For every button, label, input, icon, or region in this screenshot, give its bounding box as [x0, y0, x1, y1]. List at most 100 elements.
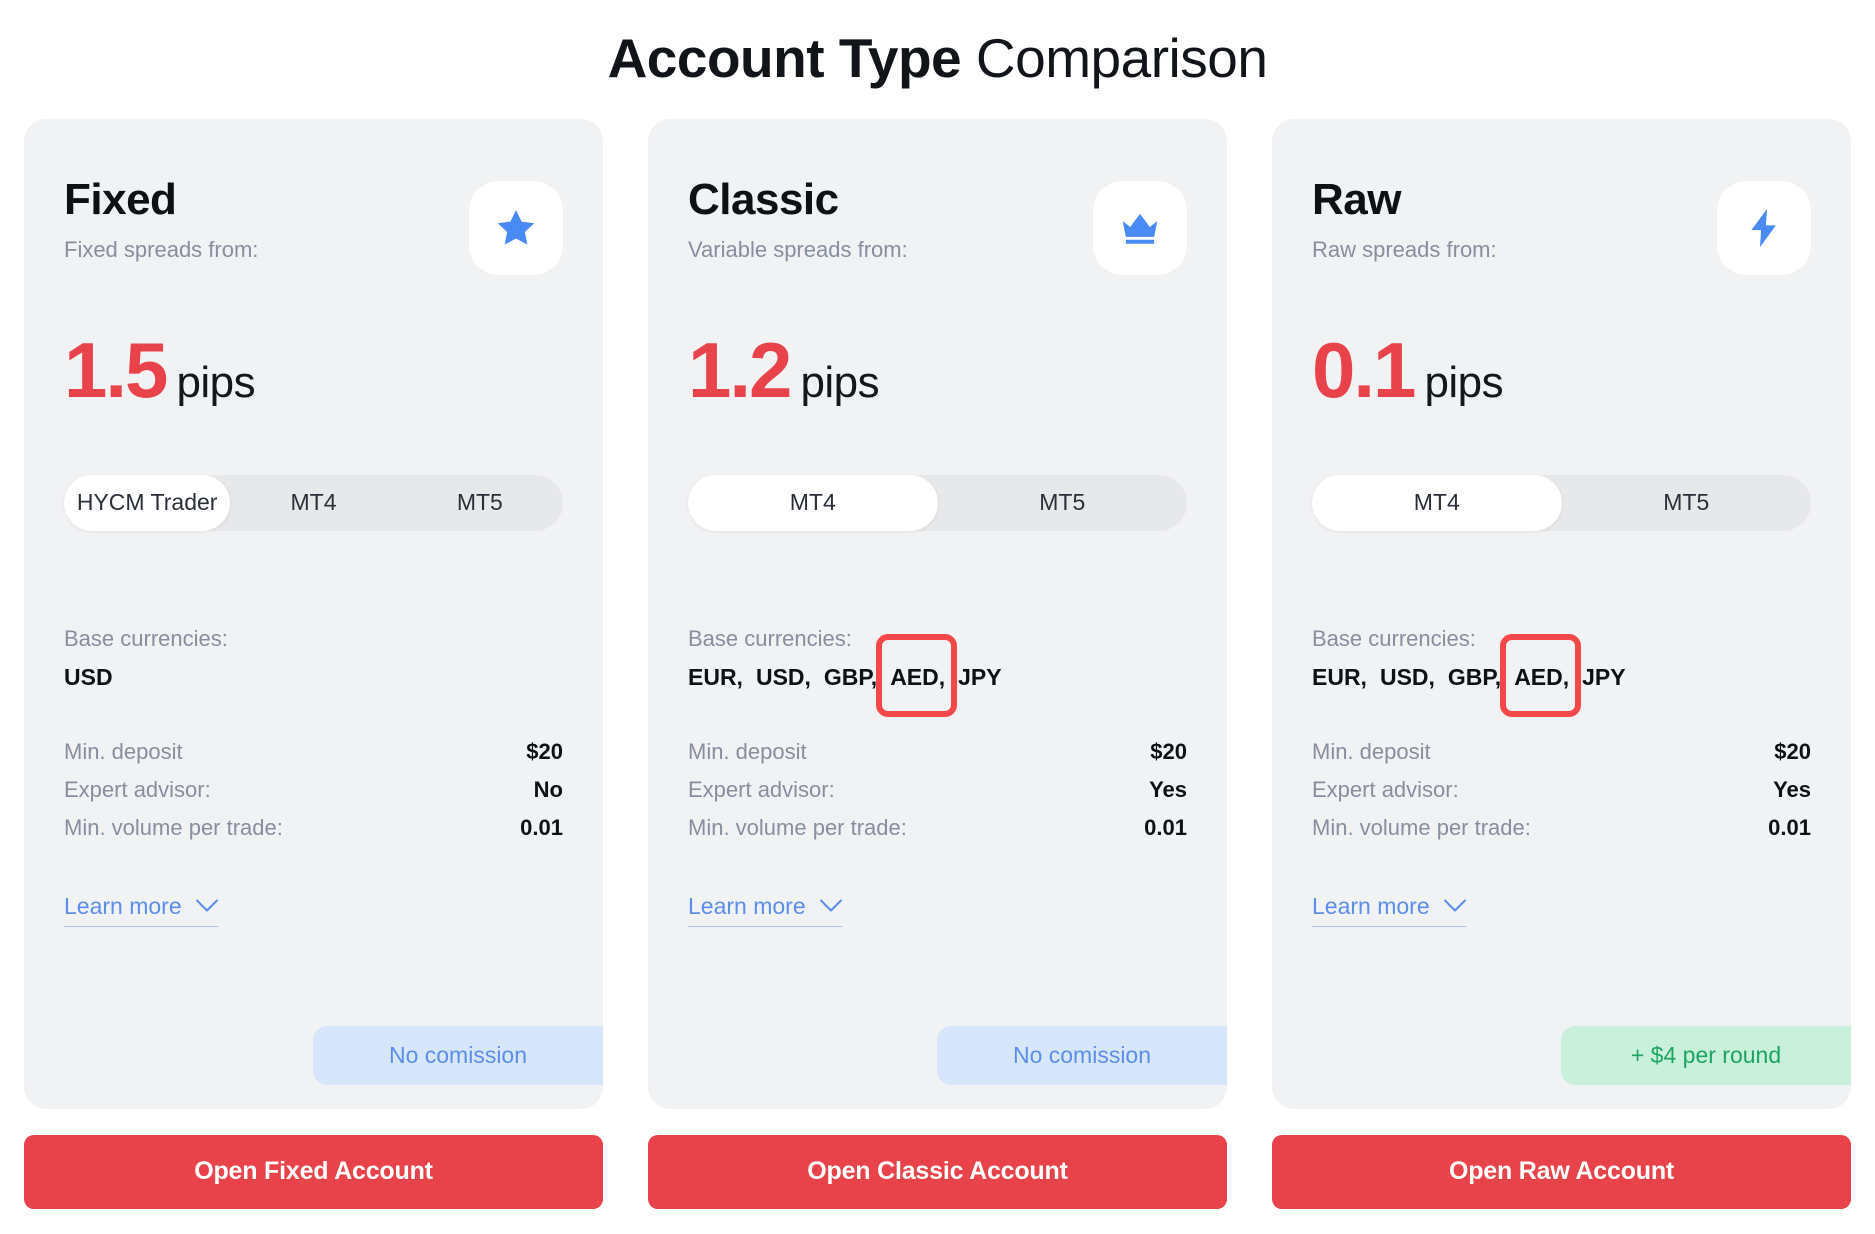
- spec-label-min-volume-per-trade-classic: Min. volume per trade:: [688, 814, 907, 840]
- learn-more-link-raw[interactable]: Learn more: [1312, 893, 1466, 927]
- open-account-button-raw[interactable]: Open Raw Account: [1272, 1134, 1851, 1209]
- currency-aed-classic: AED,: [890, 663, 946, 690]
- platform-toggle-raw[interactable]: MT4 MT5: [1312, 474, 1812, 531]
- account-card-column-fixed: Fixed Fixed spreads from: 1.5 pips HYCM Trad…: [24, 118, 603, 1209]
- card-header-classic: Classic Variable spreads from:: [688, 174, 1187, 275]
- base-currencies-label-fixed: Base currencies:: [64, 625, 228, 651]
- account-card-raw: Raw Raw spreads from: 0.1 pips MT4 MT5 Base cu…: [1272, 118, 1851, 1109]
- account-card-classic: Classic Variable spreads from: 1.2 pips MT4 M…: [648, 118, 1227, 1109]
- card-header-fixed: Fixed Fixed spreads from:: [64, 176, 563, 275]
- platform-tab-mt5-classic[interactable]: MT5: [938, 475, 1188, 531]
- card-name-classic: Classic: [688, 174, 839, 224]
- base-currencies-value-fixed: USD: [64, 664, 563, 691]
- commission-badge-classic: No comission: [937, 1025, 1227, 1085]
- currency-jpy-raw: JPY: [1582, 663, 1626, 690]
- learn-more-label-classic: Learn more: [688, 892, 806, 919]
- spec-row-min-deposit-raw: Min. deposit $20: [1312, 733, 1811, 771]
- spec-row-min-deposit-fixed: Min. deposit $20: [64, 733, 563, 771]
- spec-value-expert-advisor-fixed: No: [533, 776, 563, 802]
- base-currencies-block-fixed: Base currencies: USD: [64, 626, 563, 691]
- spec-label-expert-advisor-fixed: Expert advisor:: [64, 776, 211, 802]
- spec-row-min-volume-per-trade-classic: Min. volume per trade: 0.01: [688, 809, 1187, 847]
- card-name-raw: Raw: [1312, 174, 1401, 224]
- chevron-down-icon: [195, 899, 218, 913]
- open-account-button-fixed[interactable]: Open Fixed Account: [24, 1134, 603, 1209]
- spread-block-raw: 0.1 pips: [1312, 331, 1811, 409]
- base-currencies-block-raw: Base currencies: EUR, USD, GBP, AED, JPY: [1312, 626, 1811, 691]
- star-icon: [493, 205, 539, 251]
- spec-row-min-deposit-classic: Min. deposit $20: [688, 733, 1187, 771]
- platform-tab-mt5-raw[interactable]: MT5: [1562, 475, 1812, 531]
- currency-usd-raw: USD,: [1379, 663, 1435, 690]
- specs-list-fixed: Min. deposit $20 Expert advisor: No Min. vol…: [64, 733, 563, 847]
- spec-label-expert-advisor-raw: Expert advisor:: [1312, 776, 1459, 802]
- currency-gbp-raw: GBP,: [1447, 663, 1502, 690]
- learn-more-link-classic[interactable]: Learn more: [688, 893, 842, 927]
- card-title-block-raw: Raw Raw spreads from:: [1312, 174, 1497, 263]
- page-title-rest: Comparison: [961, 27, 1268, 89]
- spread-value-classic: 1.2: [688, 325, 792, 414]
- card-subtitle-classic: Variable spreads from:: [688, 236, 908, 262]
- spread-unit-classic: pips: [800, 357, 880, 407]
- learn-more-link-fixed[interactable]: Learn more: [64, 893, 218, 927]
- spec-value-min-deposit-fixed: $20: [526, 738, 563, 764]
- spec-row-min-volume-per-trade-raw: Min. volume per trade: 0.01: [1312, 809, 1811, 847]
- account-card-fixed: Fixed Fixed spreads from: 1.5 pips HYCM Trad…: [24, 118, 603, 1109]
- base-currencies-value-classic: EUR, USD, GBP, AED, JPY: [688, 664, 1187, 691]
- specs-list-classic: Min. deposit $20 Expert advisor: Yes Min. vo…: [688, 733, 1187, 847]
- spec-row-expert-advisor-classic: Expert advisor: Yes: [688, 771, 1187, 809]
- card-subtitle-fixed: Fixed spreads from:: [64, 236, 259, 262]
- base-currencies-block-classic: Base currencies: EUR, USD, GBP, AED, JPY: [688, 626, 1187, 691]
- specs-list-raw: Min. deposit $20 Expert advisor: Yes Min. vo…: [1312, 733, 1811, 847]
- commission-badge-fixed: No comission: [313, 1025, 603, 1085]
- spec-value-min-volume-per-trade-fixed: 0.01: [520, 814, 563, 840]
- spec-row-expert-advisor-fixed: Expert advisor: No: [64, 771, 563, 809]
- chevron-down-icon: [819, 899, 842, 913]
- platform-tab-mt4-classic[interactable]: MT4: [688, 474, 938, 531]
- card-header-raw: Raw Raw spreads from:: [1312, 174, 1811, 275]
- spec-label-min-volume-per-trade-raw: Min. volume per trade:: [1312, 814, 1531, 840]
- spread-unit-raw: pips: [1424, 357, 1504, 407]
- card-icon-badge-raw: [1717, 180, 1811, 275]
- open-account-button-classic[interactable]: Open Classic Account: [648, 1134, 1227, 1209]
- spread-value-raw: 0.1: [1312, 325, 1416, 414]
- spec-label-min-deposit-raw: Min. deposit: [1312, 738, 1431, 764]
- spec-value-min-deposit-classic: $20: [1150, 738, 1187, 764]
- spec-label-min-deposit-fixed: Min. deposit: [64, 738, 183, 764]
- card-subtitle-raw: Raw spreads from:: [1312, 236, 1497, 262]
- card-icon-badge-fixed: [469, 180, 563, 275]
- spec-value-expert-advisor-classic: Yes: [1149, 776, 1187, 802]
- spec-row-min-volume-per-trade-fixed: Min. volume per trade: 0.01: [64, 809, 563, 847]
- platform-tab-hycm-trader-fixed[interactable]: HYCM Trader: [64, 474, 231, 531]
- spec-value-min-volume-per-trade-raw: 0.01: [1768, 814, 1811, 840]
- card-icon-badge-classic: [1093, 180, 1187, 275]
- base-currencies-label-raw: Base currencies:: [1312, 625, 1476, 651]
- crown-icon: [1117, 205, 1163, 251]
- platform-tab-mt4-fixed[interactable]: MT4: [230, 475, 396, 531]
- card-title-block-classic: Classic Variable spreads from:: [688, 174, 908, 263]
- spread-block-fixed: 1.5 pips: [64, 331, 563, 409]
- base-currencies-value-raw: EUR, USD, GBP, AED, JPY: [1312, 664, 1811, 691]
- currency-jpy-classic: JPY: [958, 663, 1002, 690]
- currency-usd-fixed: USD: [64, 663, 113, 690]
- page-title-strong: Account Type: [607, 27, 962, 89]
- card-title-block-fixed: Fixed Fixed spreads from:: [64, 176, 259, 263]
- commission-badge-raw: + $4 per round: [1561, 1025, 1851, 1085]
- learn-more-label-fixed: Learn more: [64, 892, 182, 919]
- account-card-column-classic: Classic Variable spreads from: 1.2 pips MT4 M…: [648, 118, 1227, 1209]
- platform-tab-mt5-fixed[interactable]: MT5: [397, 475, 563, 531]
- lightning-icon: [1741, 205, 1787, 251]
- platform-toggle-fixed[interactable]: HYCM Trader MT4 MT5: [64, 474, 563, 531]
- spec-label-min-deposit-classic: Min. deposit: [688, 738, 807, 764]
- spec-row-expert-advisor-raw: Expert advisor: Yes: [1312, 771, 1811, 809]
- learn-more-label-raw: Learn more: [1312, 892, 1430, 919]
- currency-usd-classic: USD,: [755, 663, 811, 690]
- spread-block-classic: 1.2 pips: [688, 331, 1187, 409]
- spec-value-min-volume-per-trade-classic: 0.01: [1144, 814, 1187, 840]
- page-title: Account Type Comparison: [0, 0, 1875, 89]
- spread-value-fixed: 1.5: [64, 325, 168, 414]
- platform-tab-mt4-raw[interactable]: MT4: [1312, 474, 1562, 531]
- base-currencies-label-classic: Base currencies:: [688, 625, 852, 651]
- spec-value-expert-advisor-raw: Yes: [1773, 776, 1811, 802]
- platform-toggle-classic[interactable]: MT4 MT5: [688, 474, 1188, 531]
